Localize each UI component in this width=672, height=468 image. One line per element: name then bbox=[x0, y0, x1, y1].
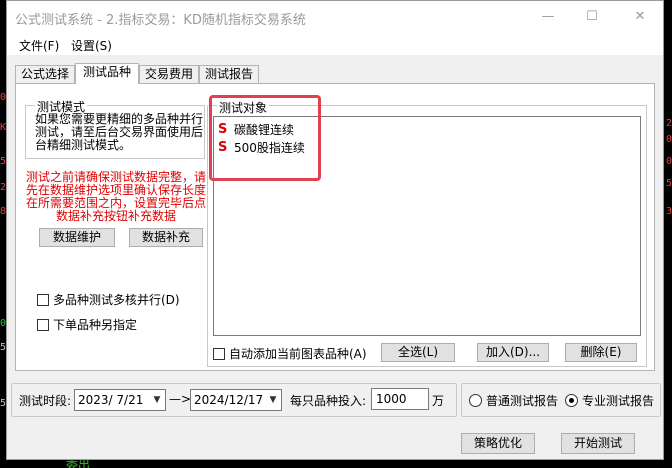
title-bar: 公式测试系统 - 2.指标交易：KD随机指标交易系统 — ☐ ✕ bbox=[7, 1, 663, 33]
minimize-icon[interactable]: — bbox=[533, 5, 563, 29]
bg-mark: 0 bbox=[665, 156, 672, 167]
data-warning-text: 测试之前请确保测试数据完整，请先在数据维护选项里确认保存长度在所需要范围之内，设… bbox=[25, 170, 206, 223]
tab-formula-select[interactable]: 公式选择 bbox=[15, 65, 75, 83]
formula-test-dialog: 公式测试系统 - 2.指标交易：KD随机指标交易系统 — ☐ ✕ 文件(F) 设… bbox=[6, 0, 664, 460]
invest-amount-input[interactable]: 1000 bbox=[371, 388, 429, 410]
start-date-value: 2023/ 7/21 bbox=[78, 393, 144, 407]
auto-add-label: 自动添加当前图表品种(A) bbox=[229, 347, 367, 361]
radio-dot[interactable] bbox=[469, 394, 482, 407]
test-period-label: 测试时段: bbox=[19, 394, 72, 408]
window-title: 公式测试系统 - 2.指标交易：KD随机指标交易系统 bbox=[15, 13, 306, 28]
bg-mark: 3 bbox=[665, 206, 672, 217]
close-icon[interactable]: ✕ bbox=[625, 5, 655, 29]
annotation-highlight-box bbox=[209, 95, 321, 181]
bg-mark: 0 bbox=[665, 134, 672, 145]
chevron-down-icon[interactable]: ▼ bbox=[267, 390, 279, 410]
menu-file[interactable]: 文件(F) bbox=[15, 35, 63, 56]
checkbox-box[interactable] bbox=[37, 293, 49, 306]
single-instrument-label: 下单品种另指定 bbox=[53, 318, 138, 332]
test-mode-description: 如果您需要更精细的多品种并行测试，请至后台交易界面使用后台精细测试模式。 bbox=[35, 112, 204, 152]
menu-settings[interactable]: 设置(S) bbox=[67, 35, 116, 56]
invest-label: 每只品种投入: bbox=[290, 394, 367, 408]
checkbox-box[interactable] bbox=[37, 318, 49, 331]
strategy-optimize-button[interactable]: 策略优化 bbox=[461, 433, 535, 454]
bg-mark: 2 bbox=[665, 118, 672, 129]
end-date-value: 2024/12/17 bbox=[194, 393, 264, 407]
maximize-icon[interactable]: ☐ bbox=[577, 5, 607, 29]
date-range-arrow: —> bbox=[169, 392, 192, 406]
multicore-checkbox[interactable]: 多品种测试多核并行(D) bbox=[37, 291, 180, 308]
add-button[interactable]: 加入(D)... bbox=[477, 343, 549, 362]
invest-unit: 万 bbox=[432, 394, 445, 408]
data-supplement-button[interactable]: 数据补充 bbox=[129, 228, 203, 247]
auto-add-checkbox[interactable]: 自动添加当前图表品种(A) bbox=[213, 345, 367, 362]
end-date-picker[interactable]: 2024/12/17 ▼ bbox=[190, 389, 282, 411]
single-instrument-checkbox[interactable]: 下单品种另指定 bbox=[37, 316, 137, 333]
radio-dot-selected[interactable] bbox=[565, 394, 578, 407]
checkbox-box[interactable] bbox=[213, 347, 225, 360]
start-date-picker[interactable]: 2023/ 7/21 ▼ bbox=[74, 389, 166, 411]
bg-mark: 5 bbox=[665, 178, 672, 189]
normal-report-label: 普通测试报告 bbox=[486, 394, 559, 408]
pro-report-label: 专业测试报告 bbox=[582, 394, 655, 408]
menu-bar: 文件(F) 设置(S) bbox=[7, 33, 663, 55]
tab-trading-fees[interactable]: 交易费用 bbox=[139, 65, 199, 83]
normal-report-radio[interactable]: 普通测试报告 bbox=[469, 392, 558, 409]
tab-test-instruments[interactable]: 测试品种 bbox=[75, 63, 139, 84]
pro-report-radio[interactable]: 专业测试报告 bbox=[565, 392, 654, 409]
select-all-button[interactable]: 全选(L) bbox=[381, 343, 455, 362]
tab-test-report[interactable]: 测试报告 bbox=[199, 65, 259, 83]
data-maintain-button[interactable]: 数据维护 bbox=[39, 228, 115, 247]
start-test-button[interactable]: 开始测试 bbox=[561, 433, 635, 454]
multicore-label: 多品种测试多核并行(D) bbox=[53, 293, 180, 307]
chevron-down-icon[interactable]: ▼ bbox=[151, 390, 163, 410]
delete-button[interactable]: 删除(E) bbox=[565, 343, 637, 362]
